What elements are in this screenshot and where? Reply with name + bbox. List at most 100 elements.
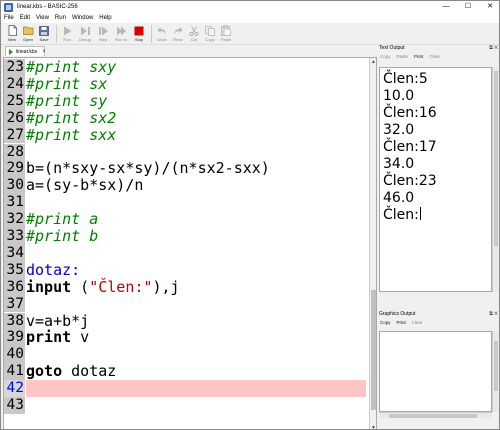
code-line[interactable]: 36 input ("Člen:"),j [4,277,366,296]
graphics-output-panel: Graphics Output ⧉ ✕ Copy Print Clear [377,311,499,429]
code-line[interactable]: 40 [4,346,366,364]
run-arrow-icon [9,48,13,55]
text-output-scroll-thumb[interactable] [494,71,498,246]
output-line-text: Člen:23 [383,173,437,189]
code-line[interactable]: 26 #print sx2 [4,109,366,127]
line-number: 28 [4,143,25,161]
code-line[interactable]: 43 [4,397,366,414]
line-number: 34 [4,244,25,262]
open-icon [22,25,34,36]
cut-icon [189,25,200,36]
cut-button[interactable]: Cut [187,23,201,42]
tab-close-icon[interactable]: × [42,49,46,55]
code-line[interactable]: 41 goto dotaz [4,363,366,381]
stop-label: Stop [134,37,144,42]
code-line[interactable]: 35 dotaz: [4,261,366,279]
menu-view[interactable]: View [33,15,52,21]
code-line[interactable]: 38 v=a+b*j [4,312,366,330]
toolbar-separator [56,25,57,43]
line-number: 35 [4,261,25,279]
code-line[interactable]: 31 [4,194,366,212]
close-button[interactable]: ✕ [479,1,499,13]
run-to-label: Run to [115,37,127,42]
scroll-up-arrow-icon[interactable]: ▲ [371,59,376,65]
menu-run[interactable]: Run [52,15,69,21]
code-line[interactable]: 25 #print sy [4,91,366,110]
copy-button[interactable]: Copy [203,23,217,42]
paste-button[interactable]: Paste [219,23,233,42]
code-text: #print sx [26,75,107,93]
graphics-output-clear-button[interactable]: Clear [412,320,423,325]
run-button[interactable]: Run [60,23,74,42]
output-line: Člen: [383,207,421,224]
line-number: 33 [4,228,25,245]
code-line[interactable]: 29 b=(n*sxy-sx*sy)/(n*sx2-sxx) [4,160,366,178]
graphics-output-copy-button[interactable]: Copy [380,320,391,325]
code-line[interactable]: 39 print v [4,328,366,347]
output-line: Člen:16 [383,105,437,122]
output-line-text: 10.0 [383,88,415,104]
panel-float-close-icon[interactable]: ⧉ ✕ [489,45,498,51]
text-output-scrollbar[interactable] [492,67,498,292]
graphics-v-scroll-thumb[interactable] [494,341,498,391]
graphics-h-scroll-thumb[interactable] [389,414,477,418]
code-comment: #print sy [26,91,108,110]
output-line-text: Člen:5 [383,71,428,87]
line-number: 41 [4,363,25,381]
code-string: "Člen:" [89,277,153,296]
output-line-text: 34.0 [383,156,415,172]
maximize-button[interactable]: ☐ [457,1,479,13]
code-plain: v [71,328,90,347]
run-to-button[interactable]: Run to [112,23,130,42]
text-output-panel: Text Output ⧉ ✕ Copy Paste Print Clear Č… [377,45,499,307]
menu-edit[interactable]: Edit [17,15,33,21]
graphics-vertical-scrollbar[interactable] [492,331,498,412]
text-cursor [419,207,421,220]
step-button[interactable]: Step [96,23,110,42]
menu-window[interactable]: Window [69,15,96,21]
code-text: dotaz: [26,261,80,279]
stop-button[interactable]: Stop [132,23,146,42]
save-button[interactable]: Save [37,23,51,42]
code-text: input ("Člen:"),j [26,277,180,296]
code-text: #print a [26,211,98,228]
redo-button[interactable]: Redo [171,23,185,42]
debug-button[interactable]: Debug [76,23,94,42]
code-line[interactable]: 32 #print a [4,211,366,228]
save-icon [39,25,50,36]
text-output-print-button[interactable]: Print [414,54,423,59]
code-plain: a=(sy-b*sx)/n [26,176,144,195]
code-line[interactable]: 23 #print sxy [4,59,366,76]
graphics-output-print-button[interactable]: Print [397,320,406,325]
graphics-horizontal-scrollbar[interactable] [379,412,492,418]
editor-vertical-scrollbar[interactable]: ▲ ▼ [369,58,376,429]
graphics-output-canvas[interactable] [379,331,492,412]
code-line[interactable]: 24 #print sx [4,75,366,93]
scroll-down-arrow-icon[interactable]: ▼ [371,425,376,429]
text-output-paste-button[interactable]: Paste [397,54,409,59]
main-toolbar: New Open Save Run Debug Step Run to Stop… [1,23,499,45]
text-output-area[interactable]: Člen:5 10.0 Člen:16 32.0 Člen:17 34.0 Člen:23 4… [379,67,492,292]
code-editor[interactable]: 23 #print sxy 24 #print sx 25 #print sy 26 #pri… [3,57,377,429]
text-output-copy-button[interactable]: Copy [380,54,391,59]
code-line[interactable]: 33 #print b [4,228,366,245]
code-line[interactable]: 27 #print sxx [4,126,366,144]
undo-button[interactable]: Undo [155,23,169,42]
open-button[interactable]: Open [21,23,35,42]
minimize-button[interactable]: — [435,1,457,13]
line-number: 29 [4,160,25,178]
code-line[interactable]: 34 [4,244,366,262]
editor-tab-label: linear.kbs [16,48,38,55]
new-button[interactable]: New [5,23,19,42]
panel-float-close-icon[interactable]: ⧉ ✕ [489,311,498,317]
menu-file[interactable]: File [1,15,17,21]
code-line[interactable]: 30 a=(sy-b*sx)/n [4,176,366,195]
open-label: Open [23,37,33,42]
text-output-clear-button[interactable]: Clear [429,54,440,59]
editor-tab[interactable]: linear.kbs × [5,46,46,56]
current-code-line[interactable]: 42 [4,380,366,397]
menu-help[interactable]: Help [96,15,114,21]
code-line[interactable]: 37 [4,295,366,313]
output-line-text: 46.0 [383,190,415,206]
code-line[interactable]: 28 [4,143,366,161]
